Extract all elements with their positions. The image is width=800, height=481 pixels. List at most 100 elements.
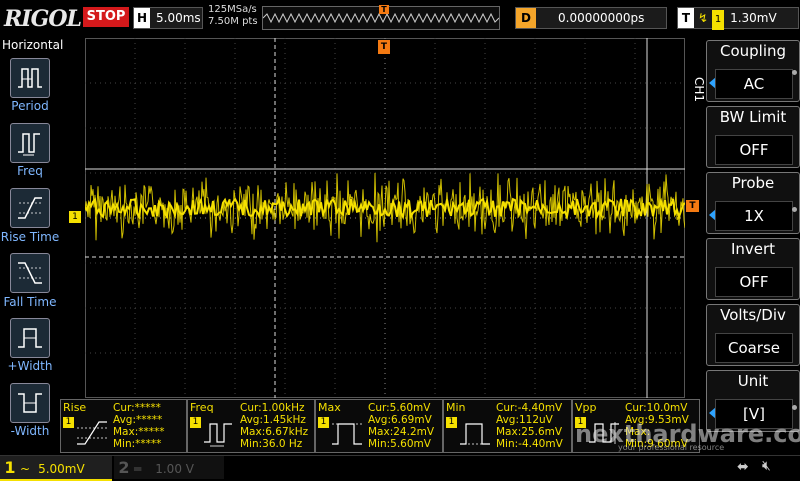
- measurement-min: Min:-4.40mV: [496, 438, 563, 450]
- ch2-scale: 1.00 V: [155, 462, 194, 476]
- watermark-tagline: your professional resource: [618, 443, 725, 452]
- coupling-button[interactable]: Coupling AC: [706, 40, 800, 102]
- negative-width-label: -Width: [10, 424, 50, 438]
- measurement-values: Cur:5.60mV Avg:6.69mV Max:24.2mV Min:5.6…: [368, 402, 434, 450]
- measurement-name: Rise: [63, 401, 87, 414]
- positive-width-icon: [18, 328, 42, 348]
- ch2-number: 2: [118, 458, 130, 477]
- measurement-source-badge: 1: [318, 417, 329, 428]
- ch2-coupling-icon: ═: [134, 462, 142, 476]
- trigger-key: T: [678, 8, 694, 28]
- trigger-channel: 1: [712, 10, 725, 30]
- timebase-value: 5.00ms: [156, 11, 201, 25]
- invert-value: OFF: [715, 267, 793, 297]
- freq-icon: [18, 133, 40, 156]
- measurement-max: Max:*****: [113, 426, 165, 438]
- measurement-name: Min: [446, 401, 466, 414]
- coupling-title: Coupling: [719, 42, 787, 60]
- measurement-min: Min:36.0 Hz: [240, 438, 303, 450]
- delay-value: 0.00000000ps: [558, 11, 645, 25]
- brand-logo: RIGOL: [4, 6, 82, 32]
- menu-indicator-dot: [792, 207, 797, 212]
- period-button[interactable]: [10, 58, 50, 98]
- measurement-freq[interactable]: Freq 1 Cur:1.00kHz Avg:1.45kHz Max:6.67k…: [187, 399, 315, 453]
- waveform-overview: T: [262, 5, 500, 30]
- delay-box[interactable]: D 0.00000000ps: [515, 7, 667, 29]
- measurement-source-badge: 1: [63, 417, 74, 428]
- measurement-avg: Avg:6.69mV: [368, 414, 432, 426]
- ch1-status[interactable]: 1 ~5.00mV: [0, 456, 112, 481]
- trigger-box[interactable]: T ↯ 1 1.30mV: [677, 7, 799, 30]
- invert-button[interactable]: Invert OFF: [706, 238, 800, 300]
- delay-key: D: [516, 8, 536, 28]
- coupling-value: AC: [715, 69, 793, 99]
- rise-time-label: Rise Time: [0, 230, 60, 244]
- acquisition-info: 125MSa/s 7.50M pts: [208, 4, 258, 28]
- volts-div-button[interactable]: Volts/Div Coarse: [706, 304, 800, 366]
- measurement-avg: Avg:*****: [113, 414, 163, 426]
- measurement-max: Max:25.6mV: [496, 426, 563, 438]
- freq-button[interactable]: [10, 123, 50, 163]
- graticule: [84, 38, 686, 398]
- measurement-max: Max:24.2mV: [368, 426, 435, 438]
- measurement-values: Cur:1.00kHz Avg:1.45kHz Max:6.67kHz Min:…: [240, 402, 308, 450]
- measurement-values: Cur:-4.40mV Avg:112uV Max:25.6mV Min:-4.…: [496, 402, 563, 450]
- usb-icon: ⬌: [737, 459, 749, 475]
- probe-title: Probe: [731, 174, 775, 192]
- probe-value: 1X: [715, 201, 793, 231]
- measurement-max[interactable]: Max 1 Cur:5.60mV Avg:6.69mV Max:24.2mV M…: [315, 399, 443, 453]
- waveform-display[interactable]: [84, 38, 686, 398]
- freq-label: Freq: [17, 164, 43, 178]
- positive-width-button[interactable]: [10, 318, 50, 358]
- freq-icon: [204, 423, 232, 447]
- measurement-name: Freq: [190, 401, 214, 414]
- bw-limit-title: BW Limit: [719, 108, 787, 126]
- rise-time-icon: [77, 421, 107, 445]
- bw-limit-button[interactable]: BW Limit OFF: [706, 106, 800, 168]
- measurement-name: Vpp: [575, 401, 597, 414]
- rise-time-icon: [18, 197, 42, 219]
- measurement-min: Min:*****: [113, 438, 162, 450]
- fall-time-label: Fall Time: [3, 295, 57, 309]
- timebase-box[interactable]: H 5.00ms: [133, 7, 203, 29]
- measurement-source-badge: 1: [446, 417, 457, 428]
- menu-indicator-dot: [792, 70, 797, 75]
- trigger-position-marker[interactable]: T: [378, 40, 390, 54]
- volts-div-title: Volts/Div: [720, 306, 786, 324]
- period-icon: [18, 68, 42, 88]
- positive-width-label: +Width: [7, 359, 53, 373]
- measurement-source-badge: 1: [190, 417, 201, 428]
- overview-trigger-marker: T: [379, 5, 389, 14]
- horizontal-menu-title: Horizontal: [2, 38, 64, 52]
- timebase-key: H: [134, 8, 150, 28]
- ch2-status[interactable]: 2 ═ 1.00 V: [114, 456, 224, 479]
- measurement-cur: Cur:*****: [113, 402, 161, 414]
- measurement-max: Max:6.67kHz: [240, 426, 309, 438]
- memory-depth: 7.50M pts: [208, 16, 258, 27]
- invert-title: Invert: [730, 240, 776, 258]
- fall-time-button[interactable]: [10, 253, 50, 293]
- menu-indicator-dot: [792, 405, 797, 410]
- negative-width-button[interactable]: [10, 383, 50, 423]
- rise-time-button[interactable]: [10, 188, 50, 228]
- volts-div-value: Coarse: [715, 333, 793, 363]
- measurement-avg: Avg:112uV: [496, 414, 553, 426]
- measurement-avg: Avg:1.45kHz: [240, 414, 306, 426]
- trigger-level: 1.30mV: [730, 11, 777, 25]
- ch1-offset-marker[interactable]: 1: [69, 211, 81, 223]
- rising-edge-icon: ↯: [698, 11, 709, 25]
- measurement-cur: Cur:1.00kHz: [240, 402, 305, 414]
- measurement-min: Min:5.60mV: [368, 438, 431, 450]
- measurement-cur: Cur:10.0mV: [625, 402, 688, 414]
- probe-button[interactable]: Probe 1X: [706, 172, 800, 234]
- run-stop-status[interactable]: STOP: [83, 7, 129, 27]
- trigger-level-marker[interactable]: T: [686, 200, 699, 212]
- unit-title: Unit: [737, 372, 769, 390]
- measurement-name: Max: [318, 401, 341, 414]
- ch1-scale: 5.00mV: [38, 462, 85, 476]
- fall-time-icon: [18, 262, 42, 284]
- measurement-min[interactable]: Min 1 Cur:-4.40mV Avg:112uV Max:25.6mV M…: [443, 399, 572, 453]
- speaker-mute-icon[interactable]: 🔇︎: [762, 458, 771, 474]
- measurement-cur: Cur:-4.40mV: [496, 402, 563, 414]
- measurement-rise[interactable]: Rise 1 Cur:***** Avg:***** Max:***** Min…: [60, 399, 187, 453]
